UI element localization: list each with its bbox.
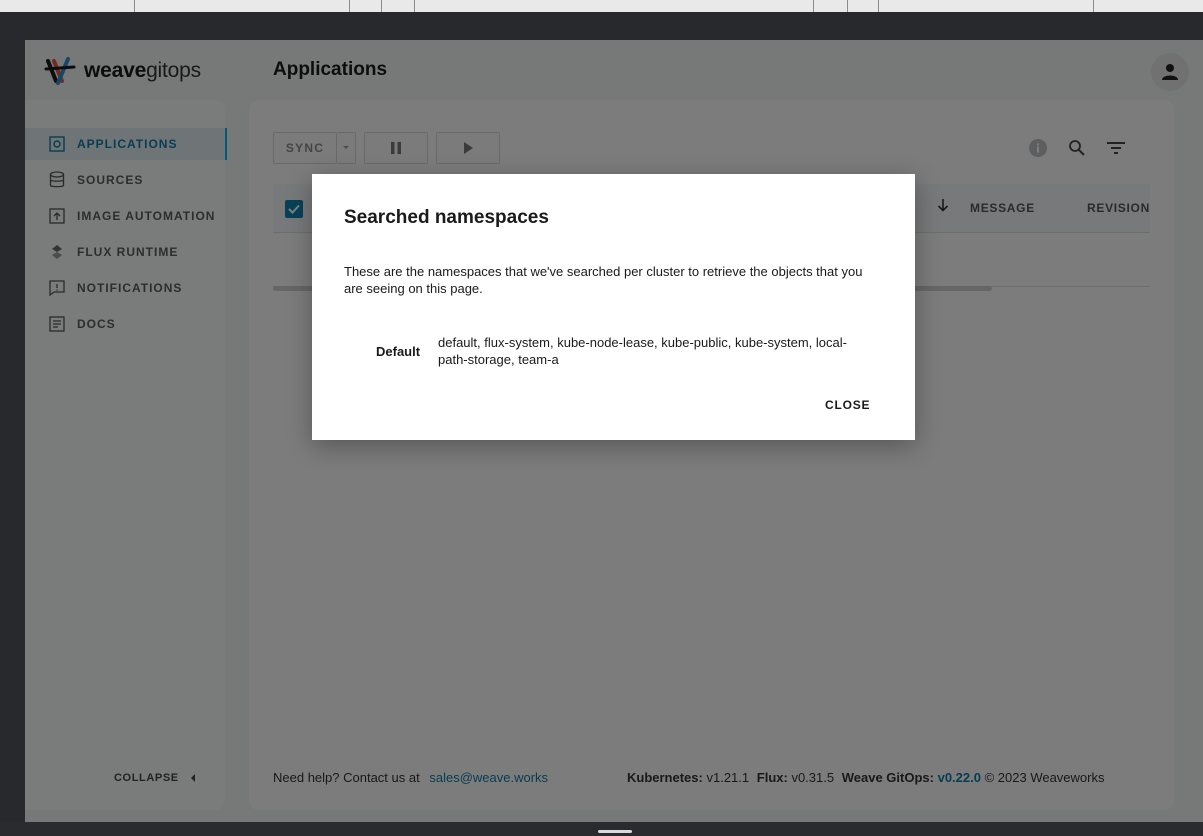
- close-button[interactable]: CLOSE: [825, 398, 870, 412]
- namespace-list: default, flux-system, kube-node-lease, k…: [438, 335, 847, 367]
- dialog-description: These are the namespaces that we've sear…: [344, 264, 863, 296]
- dialog-title: Searched namespaces: [344, 207, 549, 228]
- searched-namespaces-dialog: Searched namespaces These are the namesp…: [312, 174, 915, 440]
- cluster-name-label: Default: [376, 344, 421, 359]
- host-title-bar: [0, 12, 1203, 40]
- resize-handle[interactable]: [598, 830, 632, 833]
- host-bottom-bar: [0, 822, 1203, 836]
- host-left-edge: [0, 40, 25, 836]
